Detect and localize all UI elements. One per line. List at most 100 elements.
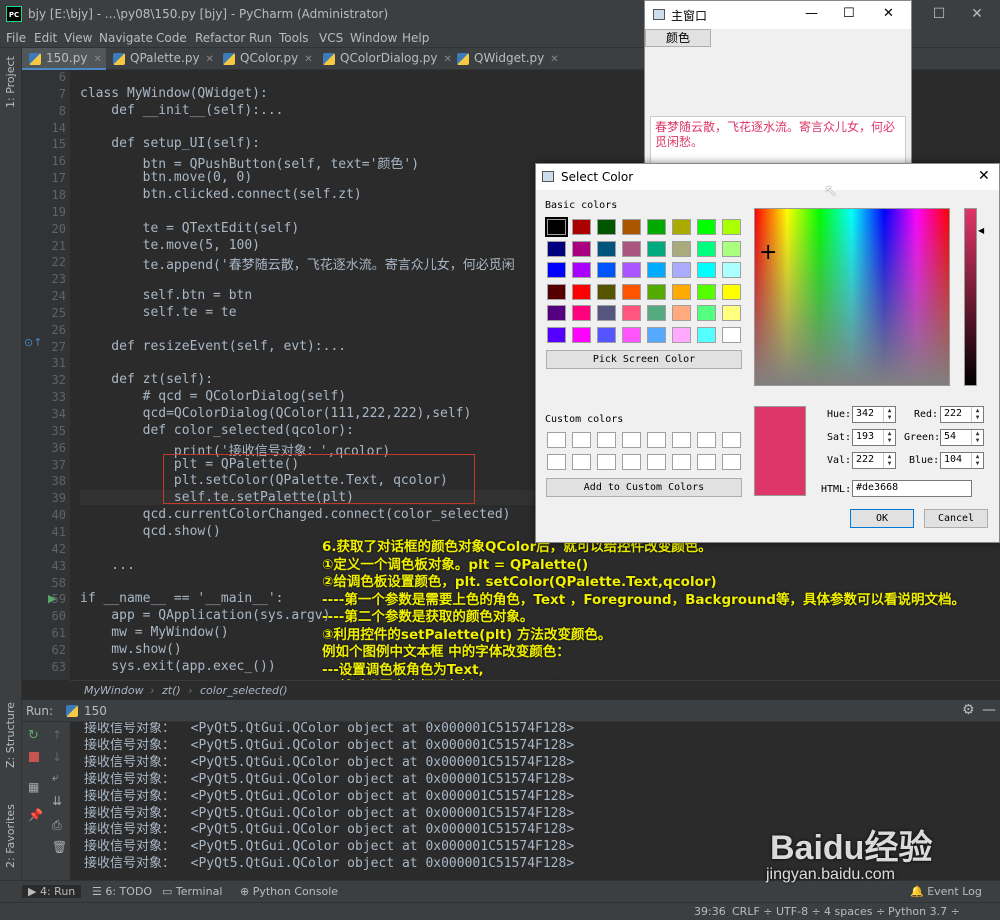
- basic-color-swatch[interactable]: [697, 283, 716, 300]
- color-button[interactable]: 颜色: [645, 29, 711, 47]
- line-number[interactable]: 25: [22, 306, 66, 320]
- basic-color-swatch[interactable]: [647, 262, 666, 278]
- code-line[interactable]: if __name__ == '__main__':: [80, 591, 284, 606]
- structure-tool-tab[interactable]: Z: Structure: [4, 702, 17, 768]
- custom-color-swatch[interactable]: [672, 432, 691, 448]
- python-console-tool-tab[interactable]: ⊕ Python Console: [240, 885, 338, 898]
- basic-color-swatch[interactable]: [547, 240, 566, 257]
- custom-color-swatch[interactable]: [547, 454, 566, 470]
- close-icon[interactable]: ✕: [883, 6, 894, 21]
- code-line[interactable]: # qcd = QColorDialog(self): [80, 389, 347, 404]
- event-log-tool-tab[interactable]: 🔔 Event Log: [910, 885, 982, 898]
- red-spinbox[interactable]: 222 ▲ ▼: [940, 406, 984, 423]
- code-line[interactable]: self.btn = btn: [80, 288, 253, 303]
- custom-color-swatch[interactable]: [547, 432, 566, 448]
- menu-tools[interactable]: Tools: [279, 31, 309, 45]
- custom-color-swatch[interactable]: [622, 432, 641, 448]
- code-line[interactable]: def __init__(self):...: [80, 103, 283, 118]
- basic-color-swatch[interactable]: [622, 240, 641, 257]
- basic-color-swatch[interactable]: [597, 283, 616, 300]
- basic-color-swatch[interactable]: [622, 262, 641, 278]
- basic-color-swatch[interactable]: [672, 326, 691, 343]
- code-line[interactable]: qcd.show(): [80, 524, 221, 539]
- basic-color-swatch[interactable]: [597, 326, 616, 343]
- stop-icon[interactable]: [29, 752, 39, 762]
- basic-color-swatch[interactable]: [545, 217, 568, 237]
- basic-color-swatch[interactable]: [672, 305, 691, 321]
- line-number[interactable]: 58: [22, 576, 66, 590]
- cancel-button[interactable]: Cancel: [924, 509, 988, 528]
- line-number[interactable]: 36: [22, 441, 66, 455]
- code-line[interactable]: te.append('春梦随云散，飞花逐水流。寄言众儿女，何必觅闲: [80, 254, 515, 273]
- line-number[interactable]: 22: [22, 255, 66, 269]
- line-number[interactable]: 32: [22, 373, 66, 387]
- basic-color-swatch[interactable]: [572, 283, 591, 300]
- basic-color-swatch[interactable]: [647, 240, 666, 257]
- hue-spinbox[interactable]: 342 ▲ ▼: [852, 406, 896, 423]
- basic-color-swatch[interactable]: [697, 219, 716, 235]
- line-number[interactable]: 62: [22, 643, 66, 657]
- indent-setting[interactable]: 4 spaces ÷: [824, 905, 885, 918]
- breadcrumb-function[interactable]: color_selected(): [200, 684, 288, 697]
- line-number[interactable]: 61: [22, 626, 66, 640]
- line-number[interactable]: 15: [22, 137, 66, 151]
- custom-color-swatch[interactable]: [722, 454, 741, 470]
- spin-arrows-icon[interactable]: ▲ ▼: [883, 453, 895, 468]
- tab-qcolordialog-py[interactable]: QColorDialog.py ✕: [316, 48, 452, 70]
- custom-color-swatch[interactable]: [572, 432, 591, 448]
- basic-color-swatch[interactable]: [547, 283, 566, 300]
- basic-color-swatch[interactable]: [722, 219, 741, 235]
- breadcrumb-class[interactable]: MyWindow: [84, 684, 144, 697]
- html-input[interactable]: #de3668: [852, 480, 972, 497]
- custom-color-swatch[interactable]: [622, 454, 641, 470]
- basic-color-swatch[interactable]: [572, 305, 591, 321]
- basic-color-swatch[interactable]: [622, 305, 641, 321]
- blue-spinbox[interactable]: 104 ▲ ▼: [940, 452, 984, 469]
- basic-color-swatch[interactable]: [597, 240, 616, 257]
- basic-color-swatch[interactable]: [647, 305, 666, 321]
- line-number[interactable]: 39: [22, 491, 66, 505]
- custom-color-swatch[interactable]: [572, 454, 591, 470]
- breadcrumb-method[interactable]: zt(): [162, 684, 181, 697]
- hue-saturation-picker[interactable]: +: [754, 208, 950, 386]
- basic-color-swatch[interactable]: [672, 219, 691, 235]
- basic-color-swatch[interactable]: [672, 283, 691, 300]
- spin-arrows-icon[interactable]: ▲ ▼: [883, 430, 895, 445]
- print-icon[interactable]: ⎙: [52, 818, 62, 833]
- menu-vcs[interactable]: VCS: [319, 31, 343, 45]
- line-number[interactable]: 21: [22, 239, 66, 253]
- line-number[interactable]: 33: [22, 390, 66, 404]
- basic-color-swatch[interactable]: [597, 262, 616, 278]
- gear-icon[interactable]: ⚙: [962, 702, 975, 718]
- code-line[interactable]: mw = MyWindow(): [80, 625, 228, 640]
- layout-icon[interactable]: ▦: [28, 780, 39, 794]
- code-line[interactable]: self.te = te: [80, 305, 237, 320]
- pin-icon[interactable]: 📌: [28, 808, 43, 822]
- val-spinbox[interactable]: 222 ▲ ▼: [852, 452, 896, 469]
- menu-navigate[interactable]: Navigate: [99, 31, 153, 45]
- ok-button[interactable]: OK: [850, 509, 914, 528]
- hide-panel-icon[interactable]: —: [982, 702, 996, 718]
- line-number[interactable]: 16: [22, 154, 66, 168]
- code-line[interactable]: ...: [80, 558, 135, 573]
- line-number[interactable]: 14: [22, 121, 66, 135]
- menu-refactor[interactable]: Refactor: [195, 31, 245, 45]
- line-number[interactable]: 18: [22, 188, 66, 202]
- basic-color-swatch[interactable]: [572, 326, 591, 343]
- line-number[interactable]: 59: [22, 592, 66, 606]
- basic-color-swatch[interactable]: [647, 219, 666, 235]
- close-icon[interactable]: ✕: [978, 168, 990, 184]
- basic-color-swatch[interactable]: [722, 262, 741, 278]
- basic-color-swatch[interactable]: [597, 305, 616, 321]
- line-number[interactable]: 35: [22, 424, 66, 438]
- basic-color-swatch[interactable]: [697, 262, 716, 278]
- basic-color-swatch[interactable]: [647, 326, 666, 343]
- value-slider[interactable]: [964, 208, 977, 386]
- line-number[interactable]: 17: [22, 171, 66, 185]
- tab-150-py[interactable]: 150.py ✕: [22, 48, 106, 70]
- soft-wrap-icon[interactable]: ⤶: [52, 770, 59, 785]
- tab-qwidget-py[interactable]: QWidget.py ✕: [450, 48, 560, 70]
- basic-color-swatch[interactable]: [622, 219, 641, 235]
- basic-color-swatch[interactable]: [722, 326, 741, 343]
- menu-edit[interactable]: Edit: [34, 31, 57, 45]
